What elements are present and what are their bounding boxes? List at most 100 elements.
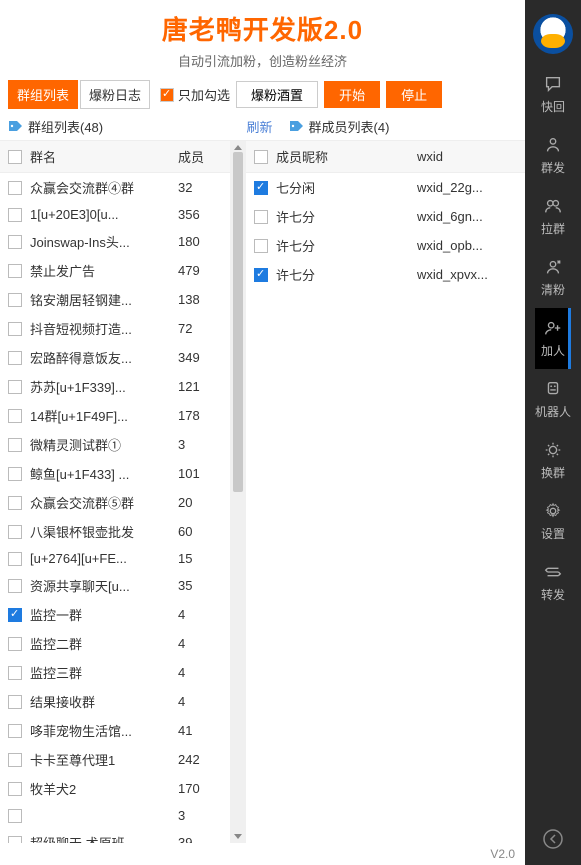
table-row[interactable]: 资源共享聊天[u...35 xyxy=(0,571,230,600)
row-checkbox[interactable] xyxy=(8,181,22,195)
sidebar-icon xyxy=(542,379,564,399)
table-row[interactable]: 牧羊犬2170 xyxy=(0,774,230,803)
row-checkbox[interactable] xyxy=(8,579,22,593)
group-name: 结果接收群 xyxy=(30,692,170,711)
row-checkbox[interactable] xyxy=(8,695,22,709)
row-checkbox[interactable] xyxy=(8,809,22,823)
config-button[interactable]: 爆粉酒置 xyxy=(236,81,318,108)
table-row[interactable]: 七分闲wxid_22g... xyxy=(246,173,525,202)
row-checkbox[interactable] xyxy=(8,637,22,651)
table-row[interactable]: 禁止发广告479 xyxy=(0,256,230,285)
row-checkbox[interactable] xyxy=(8,836,22,844)
member-count: 32 xyxy=(178,180,222,195)
sidebar-item-1[interactable]: 群发 xyxy=(535,125,571,186)
table-row[interactable]: 卡卡至尊代理1242 xyxy=(0,745,230,774)
table-row[interactable]: 结果接收群 4 xyxy=(0,687,230,716)
group-name: 众赢会交流群④群 xyxy=(30,178,170,197)
row-checkbox[interactable] xyxy=(8,351,22,365)
table-row[interactable]: 抖音短视频打造...72 xyxy=(0,314,230,343)
row-checkbox[interactable] xyxy=(8,608,22,622)
group-list-title: 群组列表(48) xyxy=(28,117,103,136)
row-checkbox[interactable] xyxy=(8,552,22,566)
table-row[interactable]: 宏路醉得意饭友...349 xyxy=(0,343,230,372)
sidebar-item-8[interactable]: 转发 xyxy=(535,552,571,613)
sidebar-item-4[interactable]: 加人 xyxy=(535,308,571,369)
sidebar-item-5[interactable]: 机器人 xyxy=(535,369,571,430)
row-checkbox[interactable] xyxy=(8,380,22,394)
row-checkbox[interactable] xyxy=(8,293,22,307)
group-name: 抖音短视频打造... xyxy=(30,319,170,338)
row-checkbox[interactable] xyxy=(8,264,22,278)
sidebar-item-6[interactable]: 换群 xyxy=(535,430,571,491)
row-checkbox[interactable] xyxy=(8,208,22,222)
member-count: 20 xyxy=(178,495,222,510)
table-row[interactable]: 许七分wxid_6gn... xyxy=(246,202,525,231)
row-checkbox[interactable] xyxy=(8,467,22,481)
table-row[interactable]: 铭安潮居轻钢建...138 xyxy=(0,285,230,314)
member-count: 35 xyxy=(178,578,222,593)
row-checkbox[interactable] xyxy=(8,438,22,452)
refresh-link[interactable]: 刷新 xyxy=(247,117,273,136)
scrollbar-left[interactable] xyxy=(230,141,246,843)
table-row[interactable]: 1[u+20E3]0[u...356 xyxy=(0,202,230,227)
table-row[interactable]: 3 xyxy=(0,803,230,828)
sidebar-item-7[interactable]: 设置 xyxy=(535,491,571,552)
row-checkbox[interactable] xyxy=(8,409,22,423)
table-row[interactable]: 鲸鱼[u+1F433] ...101 xyxy=(0,459,230,488)
row-checkbox[interactable] xyxy=(8,496,22,510)
table-row[interactable]: 众赢会交流群④群 32 xyxy=(0,173,230,202)
table-row[interactable]: 哆菲宠物生活馆...41 xyxy=(0,716,230,745)
stop-button[interactable]: 停止 xyxy=(386,81,442,108)
select-all-groups[interactable] xyxy=(8,150,22,164)
row-checkbox[interactable] xyxy=(8,724,22,738)
scroll-down-icon[interactable] xyxy=(234,834,242,839)
member-count: 242 xyxy=(178,752,222,767)
table-row[interactable]: Joinswap-Ins头...180 xyxy=(0,227,230,256)
row-checkbox[interactable] xyxy=(8,753,22,767)
start-button[interactable]: 开始 xyxy=(324,81,380,108)
member-wxid: wxid_6gn... xyxy=(417,209,517,224)
row-checkbox[interactable] xyxy=(8,235,22,249)
scroll-thumb[interactable] xyxy=(233,152,243,492)
member-count: 39 xyxy=(178,835,222,843)
member-name: 许七分 xyxy=(276,236,409,255)
back-icon[interactable] xyxy=(542,828,564,850)
table-row[interactable]: 监控一群4 xyxy=(0,600,230,629)
table-row[interactable]: 微精灵测试群①3 xyxy=(0,430,230,459)
only-checked-toggle[interactable]: 只加勾选 xyxy=(160,85,230,104)
table-row[interactable]: 14群[u+1F49F]...178 xyxy=(0,401,230,430)
table-row[interactable]: [u+2764][u+FE...15 xyxy=(0,546,230,571)
row-checkbox[interactable] xyxy=(8,525,22,539)
sidebar-item-0[interactable]: 快回 xyxy=(535,64,571,125)
member-wxid: wxid_22g... xyxy=(417,180,517,195)
sidebar-item-3[interactable]: 清粉 xyxy=(535,247,571,308)
table-row[interactable]: 八渠银杯银壶批发60 xyxy=(0,517,230,546)
member-count: 349 xyxy=(178,350,222,365)
member-count: 4 xyxy=(178,665,222,680)
sidebar-icon xyxy=(542,257,564,277)
table-row[interactable]: 苏苏[u+1F339]...121 xyxy=(0,372,230,401)
table-row[interactable]: 超级聊天 术原班...39 xyxy=(0,828,230,843)
row-checkbox[interactable] xyxy=(254,181,268,195)
table-row[interactable]: 监控三群4 xyxy=(0,658,230,687)
tab-log[interactable]: 爆粉日志 xyxy=(80,80,150,109)
row-checkbox[interactable] xyxy=(254,210,268,224)
table-row[interactable]: 许七分wxid_opb... xyxy=(246,231,525,260)
member-count: 356 xyxy=(178,207,222,222)
table-row[interactable]: 许七分wxid_xpvx... xyxy=(246,260,525,289)
row-checkbox[interactable] xyxy=(254,239,268,253)
member-count: 4 xyxy=(178,694,222,709)
row-checkbox[interactable] xyxy=(8,322,22,336)
row-checkbox[interactable] xyxy=(254,268,268,282)
sidebar-item-label: 换群 xyxy=(535,464,571,481)
member-count: 121 xyxy=(178,379,222,394)
tab-group-list[interactable]: 群组列表 xyxy=(8,80,78,109)
row-checkbox[interactable] xyxy=(8,666,22,680)
select-all-members[interactable] xyxy=(254,150,268,164)
sidebar-item-2[interactable]: 拉群 xyxy=(535,186,571,247)
table-row[interactable]: 众赢会交流群⑤群20 xyxy=(0,488,230,517)
member-count: 101 xyxy=(178,466,222,481)
row-checkbox[interactable] xyxy=(8,782,22,796)
scroll-up-icon[interactable] xyxy=(234,145,242,150)
table-row[interactable]: 监控二群4 xyxy=(0,629,230,658)
